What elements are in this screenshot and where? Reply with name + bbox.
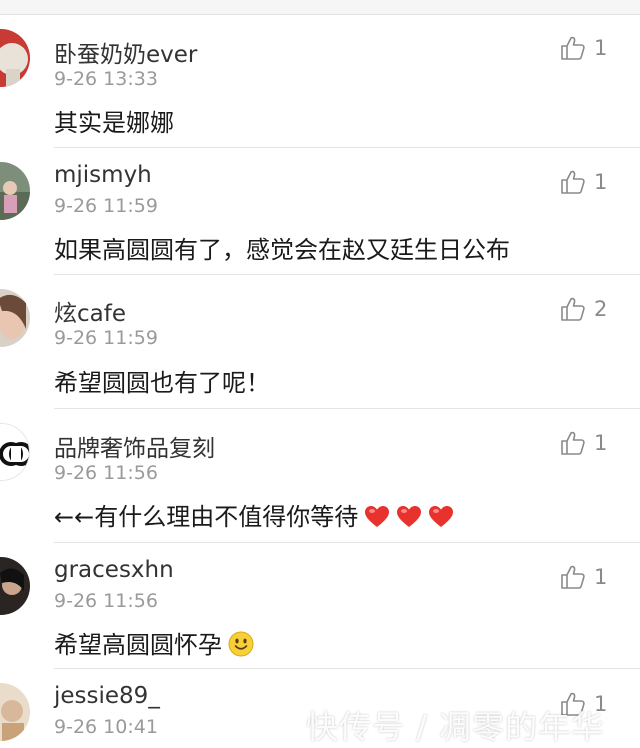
thumbs-up-icon <box>560 169 586 195</box>
comment-text-row: ←←有什么理由不值得你等待 <box>54 497 454 535</box>
like-count: 1 <box>594 36 608 60</box>
comment-username[interactable]: 卧蚕奶奶ever <box>54 35 197 69</box>
user-avatar[interactable] <box>0 683 30 741</box>
comment-username[interactable]: 品牌奢饰品复刻 <box>54 429 215 463</box>
comment-text: 希望高圆圆怀孕 <box>54 631 222 659</box>
comment-text: ←←有什么理由不值得你等待 <box>54 503 359 531</box>
comment-text: 如果高圆圆有了，感觉会在赵又廷生日公布 <box>54 236 510 264</box>
like-count: 1 <box>594 565 608 589</box>
user-avatar[interactable] <box>0 289 30 347</box>
comment-time: 9-26 11:56 <box>54 590 158 612</box>
like-button[interactable]: 1 <box>560 428 607 458</box>
top-bar <box>0 0 640 15</box>
comment-item: 卧蚕奶奶ever 9-26 13:33 其实是娜娜 1 <box>0 15 640 148</box>
comment-username[interactable]: gracesxhn <box>54 557 174 583</box>
comment-item: 品牌奢饰品复刻 9-26 11:56 ←←有什么理由不值得你等待 1 <box>0 409 640 543</box>
like-button[interactable]: 1 <box>560 167 607 197</box>
comment-time: 9-26 11:59 <box>54 327 158 349</box>
like-count: 2 <box>594 297 608 321</box>
heart-icon <box>396 505 422 535</box>
heart-icon <box>428 505 454 535</box>
like-button[interactable]: 1 <box>560 33 607 63</box>
smile-icon <box>228 631 254 663</box>
comment-username[interactable]: 炫cafe <box>54 294 126 328</box>
like-button[interactable]: 2 <box>560 294 607 324</box>
thumbs-up-icon <box>560 296 586 322</box>
thumbs-up-icon <box>560 430 586 456</box>
comment-list: 卧蚕奶奶ever 9-26 13:33 其实是娜娜 1 mjismyh 9-26… <box>0 15 640 748</box>
like-count: 1 <box>594 170 608 194</box>
watermark: 快传号 / 凋零的年华 <box>306 708 605 746</box>
comment-time: 9-26 13:33 <box>54 68 158 90</box>
thumbs-up-icon <box>560 35 586 61</box>
like-count: 1 <box>594 431 608 455</box>
comment-time: 9-26 11:56 <box>54 462 158 484</box>
user-avatar[interactable] <box>0 557 30 615</box>
user-avatar[interactable] <box>0 162 30 220</box>
comment-time: 9-26 11:59 <box>54 195 158 217</box>
comment-text-row: 希望高圆圆怀孕 <box>54 625 254 663</box>
comment-username[interactable]: jessie89_ <box>54 683 160 709</box>
heart-icon <box>364 505 390 535</box>
comment-text: 其实是娜娜 <box>54 109 174 137</box>
comment-item: gracesxhn 9-26 11:56 希望高圆圆怀孕 1 <box>0 543 640 669</box>
comment-username[interactable]: mjismyh <box>54 162 152 188</box>
user-avatar[interactable] <box>0 29 30 87</box>
like-button[interactable]: 1 <box>560 562 607 592</box>
comment-item: 炫cafe 9-26 11:59 希望圆圆也有了呢！ 2 <box>0 275 640 409</box>
user-avatar[interactable] <box>0 423 30 481</box>
comment-time: 9-26 10:41 <box>54 716 158 738</box>
thumbs-up-icon <box>560 564 586 590</box>
comment-item: mjismyh 9-26 11:59 如果高圆圆有了，感觉会在赵又廷生日公布 1 <box>0 148 640 275</box>
comment-text: 希望圆圆也有了呢！ <box>54 369 270 397</box>
